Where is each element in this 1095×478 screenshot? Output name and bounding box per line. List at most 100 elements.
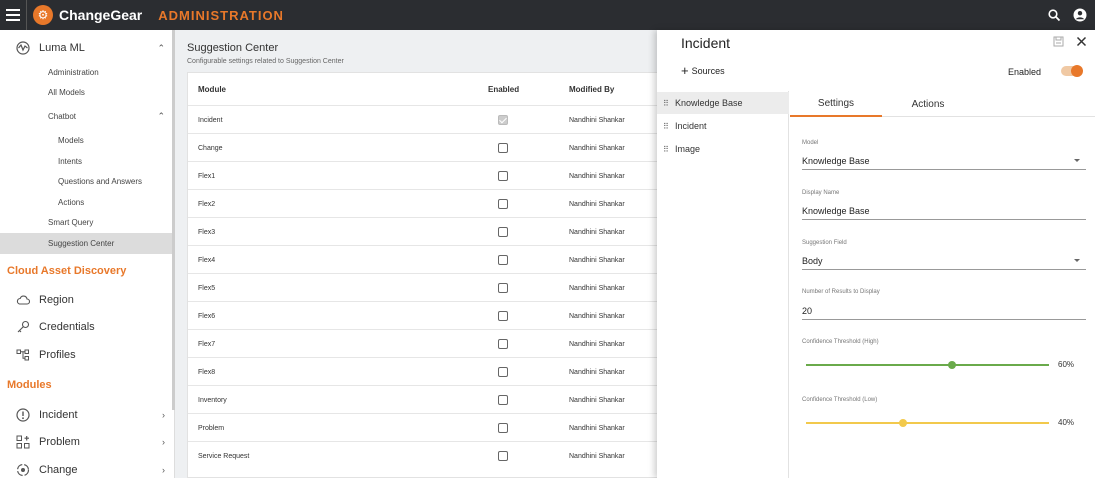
table-row[interactable]: Flex8 Nandhini Shankar (188, 357, 668, 385)
close-icon[interactable] (1076, 36, 1087, 50)
chevron-right-icon[interactable]: › (162, 465, 165, 475)
sidebar-item-label: Models (58, 135, 84, 145)
drag-handle-icon[interactable]: ⠿ (663, 99, 669, 108)
enabled-checkbox[interactable] (498, 143, 508, 153)
sidebar-item-questions-and-answers[interactable]: Questions and Answers (0, 172, 173, 190)
cell-modified-by: Nandhini Shankar (569, 340, 625, 348)
slider-thumb[interactable] (947, 361, 956, 369)
cell-module: Problem (198, 424, 225, 432)
enabled-checkbox[interactable] (498, 395, 508, 405)
sidebar-item-chatbot[interactable]: Chatbot ⌃ (0, 107, 173, 125)
model-select[interactable]: Knowledge Base (802, 152, 1086, 170)
enabled-checkbox[interactable] (498, 115, 508, 125)
section-title: ADMINISTRATION (158, 7, 284, 23)
sidebar-item-models[interactable]: Models (0, 131, 173, 149)
table-row[interactable]: Service Request Nandhini Shankar (188, 441, 668, 469)
enabled-checkbox[interactable] (498, 171, 508, 181)
table-row[interactable]: Flex4 Nandhini Shankar (188, 245, 668, 273)
cell-modified-by: Nandhini Shankar (569, 424, 625, 432)
source-item-knowledge-base[interactable]: ⠿ Knowledge Base (657, 92, 789, 114)
menu-icon[interactable] (0, 0, 26, 30)
cell-enabled (498, 302, 508, 330)
table-row[interactable]: Flex1 Nandhini Shankar (188, 161, 668, 189)
changegear-logo-icon[interactable]: ⚙ (33, 5, 53, 25)
enabled-checkbox[interactable] (498, 311, 508, 321)
display-name-input[interactable]: Knowledge Base (802, 202, 1086, 220)
suggestion-field-value: Body (802, 255, 823, 266)
chevron-right-icon[interactable]: › (162, 437, 165, 447)
luma-ml-icon (16, 41, 30, 55)
enabled-checkbox[interactable] (498, 451, 508, 461)
slider-thumb[interactable] (899, 419, 908, 427)
chevron-up-icon[interactable]: ⌃ (157, 111, 165, 122)
table-row[interactable]: Flex5 Nandhini Shankar (188, 273, 668, 301)
sidebar-item-administration[interactable]: Administration (0, 63, 173, 81)
chevron-right-icon[interactable]: › (162, 410, 165, 420)
confidence-high-slider[interactable] (806, 361, 1049, 369)
sidebar-item-intents[interactable]: Intents (0, 152, 173, 170)
column-header-modified-by[interactable]: Modified By (569, 73, 614, 105)
tab-settings[interactable]: Settings (790, 91, 882, 117)
confidence-low-slider[interactable] (806, 419, 1049, 427)
enabled-checkbox[interactable] (498, 199, 508, 209)
enabled-toggle[interactable] (1061, 65, 1083, 77)
enabled-checkbox[interactable] (498, 283, 508, 293)
num-results-input[interactable]: 20 (802, 302, 1086, 320)
user-account-icon[interactable] (1073, 8, 1087, 22)
enabled-checkbox[interactable] (498, 339, 508, 349)
drag-handle-icon[interactable]: ⠿ (663, 145, 669, 154)
column-header-module[interactable]: Module (198, 73, 226, 105)
incident-icon (16, 408, 30, 422)
sidebar-item-incident[interactable]: Incident › (0, 405, 173, 425)
cell-module: Flex4 (198, 256, 216, 264)
enabled-checkbox[interactable] (498, 227, 508, 237)
sidebar-item-credentials[interactable]: Credentials (0, 317, 173, 337)
sidebar-item-label: Change (39, 464, 78, 476)
cell-enabled (498, 162, 508, 190)
sidebar-item-label: Luma ML (39, 42, 85, 54)
sidebar-item-region[interactable]: Region (0, 290, 173, 310)
sidebar-item-profiles[interactable]: Profiles (0, 345, 173, 365)
sidebar-item-smart-query[interactable]: Smart Query (0, 213, 173, 231)
sidebar-item-change[interactable]: Change › (0, 460, 173, 478)
panel-title: Incident (681, 35, 731, 51)
problem-icon (16, 435, 30, 449)
enabled-checkbox[interactable] (498, 255, 508, 265)
num-results-value: 20 (802, 305, 813, 316)
source-item-image[interactable]: ⠿ Image (657, 138, 789, 160)
cell-module: Flex5 (198, 284, 216, 292)
save-icon[interactable] (1053, 36, 1064, 50)
table-row[interactable]: Change Nandhini Shankar (188, 133, 668, 161)
add-sources-button[interactable]: + Sources (681, 64, 725, 77)
table-row[interactable]: Flex7 Nandhini Shankar (188, 329, 668, 357)
table-row[interactable]: Problem Nandhini Shankar (188, 413, 668, 441)
panel-tabs: Settings Actions (790, 91, 1095, 117)
display-name-label: Display Name (802, 190, 840, 196)
sidebar-item-suggestion-center[interactable]: Suggestion Center (0, 233, 173, 254)
enabled-checkbox[interactable] (498, 367, 508, 377)
tab-actions[interactable]: Actions (882, 91, 974, 117)
search-icon[interactable] (1048, 8, 1061, 22)
sidebar-item-problem[interactable]: Problem › (0, 432, 173, 452)
cell-enabled (498, 358, 508, 386)
sidebar-item-all-models[interactable]: All Models (0, 83, 173, 101)
chevron-up-icon[interactable]: ⌃ (157, 43, 165, 54)
source-item-label: Incident (675, 121, 707, 131)
enabled-checkbox[interactable] (498, 423, 508, 433)
brand-name: ChangeGear (59, 7, 143, 23)
sidebar-item-luma-ml[interactable]: Luma ML ⌃ (0, 38, 173, 58)
source-item-incident[interactable]: ⠿ Incident (657, 115, 789, 137)
column-header-enabled[interactable]: Enabled (488, 73, 519, 105)
suggestion-field-select[interactable]: Body (802, 252, 1086, 270)
sidebar-item-actions[interactable]: Actions (0, 193, 173, 211)
suggestion-field-label: Suggestion Field (802, 240, 847, 246)
sidebar-item-label: Profiles (39, 349, 76, 361)
sidebar-item-label: Questions and Answers (58, 176, 143, 186)
table-row[interactable]: Flex6 Nandhini Shankar (188, 301, 668, 329)
table-row[interactable]: Flex2 Nandhini Shankar (188, 189, 668, 217)
key-icon (16, 320, 30, 334)
table-row[interactable]: Inventory Nandhini Shankar (188, 385, 668, 413)
drag-handle-icon[interactable]: ⠿ (663, 122, 669, 131)
table-row[interactable]: Incident Nandhini Shankar (188, 105, 668, 133)
table-row[interactable]: Flex3 Nandhini Shankar (188, 217, 668, 245)
